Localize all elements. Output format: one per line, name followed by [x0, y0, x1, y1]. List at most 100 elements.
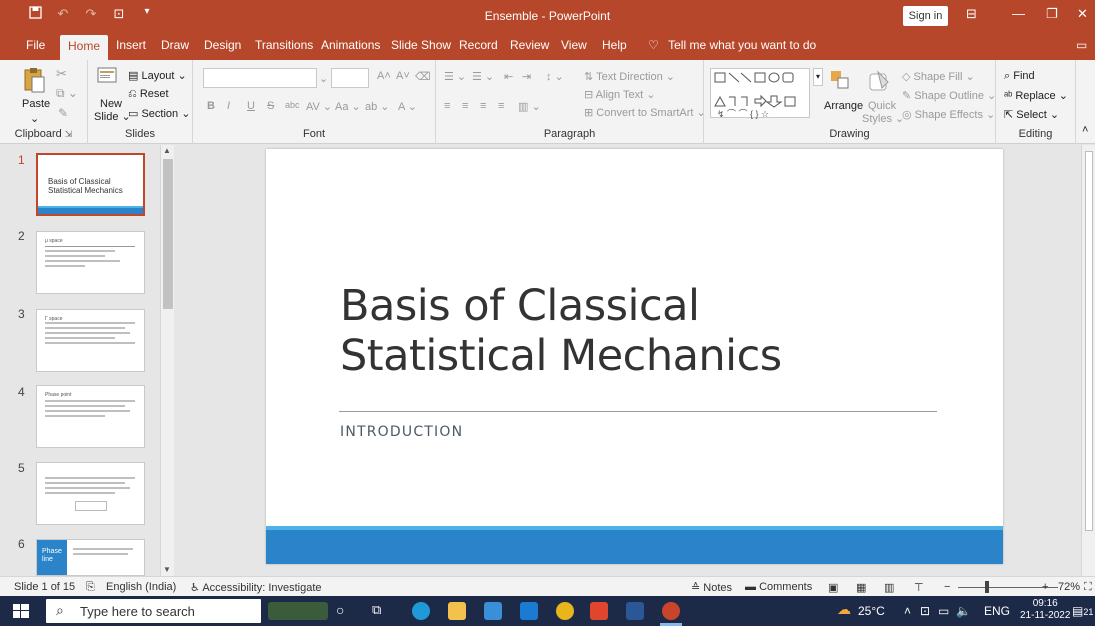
underline-button[interactable]: U [247, 100, 255, 112]
clear-formatting-icon[interactable]: ⌫ [415, 70, 431, 83]
show-hidden-icons[interactable]: ˄ [904, 604, 911, 618]
convert-smartart-button[interactable]: ⊞ Convert to SmartArt ⌄ [584, 106, 706, 119]
restore-icon[interactable]: ❐ [1046, 6, 1058, 22]
microsoft-store-icon[interactable] [484, 602, 502, 620]
brave-browser-icon[interactable] [590, 602, 608, 620]
font-name-dropdown-icon[interactable]: ⌄ [319, 72, 328, 85]
tab-transitions[interactable]: Transitions [255, 38, 313, 52]
weather-icon[interactable]: ☁ [837, 601, 851, 618]
align-right-icon[interactable]: ≡ [480, 100, 486, 112]
network-icon[interactable]: ⊡ [920, 604, 930, 618]
notification-center-icon[interactable]: ▤21 [1072, 604, 1093, 618]
scroll-down-icon[interactable]: ▼ [163, 565, 171, 574]
tab-home[interactable]: Home [60, 35, 109, 60]
tab-design[interactable]: Design [204, 38, 241, 52]
slide-title[interactable]: Basis of Classical Statistical Mechanics [340, 281, 782, 381]
accessibility-button[interactable]: ♿ Accessibility: Investigate [190, 581, 322, 594]
current-slide[interactable]: Basis of Classical Statistical Mechanics … [266, 149, 1003, 564]
line-spacing-icon[interactable]: ↕ ⌄ [546, 70, 564, 83]
find-button[interactable]: ⌕ Find [1004, 70, 1035, 83]
align-center-icon[interactable]: ≡ [462, 100, 468, 112]
zoom-out-icon[interactable]: − [944, 581, 950, 593]
ribbon-display-options-icon[interactable]: ⊟ [966, 6, 977, 22]
quick-styles-icon[interactable] [866, 68, 892, 94]
new-slide-label[interactable]: New [100, 98, 122, 110]
paste-dropdown-icon[interactable]: ⌄ [30, 112, 39, 125]
align-text-button[interactable]: ⊟ Align Text ⌄ [584, 88, 655, 101]
word-icon[interactable] [626, 602, 644, 620]
quick-styles-button[interactable]: Quick [868, 100, 896, 112]
battery-icon[interactable]: ▭ [938, 604, 949, 618]
notes-button[interactable]: ≙ Notes [691, 581, 732, 594]
tab-animations[interactable]: Animations [321, 38, 380, 52]
normal-view-icon[interactable]: ▣ [828, 581, 838, 594]
text-direction-button[interactable]: ⇅ Text Direction ⌄ [584, 70, 675, 83]
tab-view[interactable]: View [561, 38, 587, 52]
shapes-scroll-icon[interactable]: ▾ [813, 68, 823, 86]
section-button[interactable]: ▭ Section ⌄ [128, 107, 190, 120]
font-color-icon[interactable]: A ⌄ [398, 100, 417, 113]
chrome-browser-icon[interactable] [556, 602, 574, 620]
task-view-icon[interactable]: ⧉ [372, 602, 381, 618]
comments-pane-icon[interactable]: ▭ [1076, 38, 1087, 52]
spelling-icon[interactable]: ⎘ [86, 581, 95, 594]
slide-subtitle[interactable]: INTRODUCTION [340, 424, 463, 440]
slideshow-view-icon[interactable]: ⊤ [914, 581, 924, 594]
arrange-button[interactable]: Arrange [824, 100, 863, 112]
zoom-in-icon[interactable]: + [1042, 581, 1048, 593]
fit-slide-icon[interactable]: ⛶ [1084, 581, 1092, 594]
arrange-icon[interactable] [828, 68, 852, 92]
tab-slide-show[interactable]: Slide Show [391, 38, 451, 52]
shapes-gallery[interactable]: ↯ ⌒ ⌒ { } ☆ [710, 68, 810, 119]
scroll-up-icon[interactable]: ▲ [163, 146, 171, 155]
strikethrough-button[interactable]: S [267, 100, 274, 112]
highlight-color-icon[interactable]: ab ⌄ [365, 100, 390, 113]
zoom-level[interactable]: 72% [1058, 581, 1080, 593]
justify-icon[interactable]: ≡ [498, 100, 504, 112]
new-slide-icon[interactable] [96, 66, 118, 90]
reset-button[interactable]: ⎌ Reset [128, 88, 169, 101]
reading-view-icon[interactable]: ▥ [884, 581, 894, 594]
file-explorer-icon[interactable] [448, 602, 466, 620]
mail-icon[interactable] [520, 602, 538, 620]
shrink-font-icon[interactable]: A˅ [396, 70, 410, 82]
change-case-button[interactable]: Aa ⌄ [335, 100, 361, 113]
replace-button[interactable]: ᵃᵇ Replace ⌄ [1004, 89, 1068, 102]
sign-in-button[interactable]: Sign in [903, 6, 948, 26]
close-icon[interactable]: ✕ [1077, 6, 1088, 22]
bullets-icon[interactable]: ☰ ⌄ [444, 70, 466, 83]
tab-help[interactable]: Help [602, 38, 627, 52]
shape-outline-button[interactable]: ✎ Shape Outline ⌄ [902, 89, 996, 102]
numbering-icon[interactable]: ☰ ⌄ [472, 70, 494, 83]
columns-icon[interactable]: ▥ ⌄ [518, 100, 541, 113]
slide-thumbnail-5[interactable] [36, 462, 145, 525]
decrease-indent-icon[interactable]: ⇤ [504, 70, 513, 83]
tab-record[interactable]: Record [459, 38, 498, 52]
bold-button[interactable]: B [207, 100, 215, 112]
scrollbar-thumb[interactable] [1085, 151, 1093, 531]
tell-me-search[interactable]: ♡ Tell me what you want to do [648, 38, 816, 52]
taskbar-search-box[interactable]: ⌕ Type here to search [46, 599, 261, 623]
windows-start-icon[interactable] [13, 604, 29, 618]
align-left-icon[interactable]: ≡ [444, 100, 450, 112]
shape-effects-button[interactable]: ◎ Shape Effects ⌄ [902, 108, 995, 121]
tab-draw[interactable]: Draw [161, 38, 189, 52]
increase-indent-icon[interactable]: ⇥ [522, 70, 531, 83]
scrollbar-thumb[interactable] [163, 159, 173, 309]
slide-thumbnail-3[interactable]: Γ space [36, 309, 145, 372]
grow-font-icon[interactable]: A˄ [377, 70, 391, 82]
new-slide-label-2[interactable]: Slide ⌄ [94, 110, 131, 123]
copy-icon[interactable]: ⧉ ⌄ [56, 86, 78, 101]
select-button[interactable]: ⇱ Select ⌄ [1004, 108, 1059, 121]
zoom-slider-thumb[interactable] [985, 581, 989, 593]
tab-review[interactable]: Review [510, 38, 549, 52]
minimize-icon[interactable]: — [1012, 6, 1025, 21]
font-size-combobox[interactable] [331, 68, 369, 88]
paste-icon[interactable] [22, 66, 46, 94]
input-language[interactable]: ENG [984, 604, 1010, 618]
slide-thumbnail-6[interactable]: Phase line [36, 539, 145, 576]
slide-scrollbar[interactable] [1081, 145, 1095, 576]
edge-browser-icon[interactable] [412, 602, 430, 620]
shape-fill-button[interactable]: ◇ Shape Fill ⌄ [902, 70, 975, 83]
tab-insert[interactable]: Insert [116, 38, 146, 52]
